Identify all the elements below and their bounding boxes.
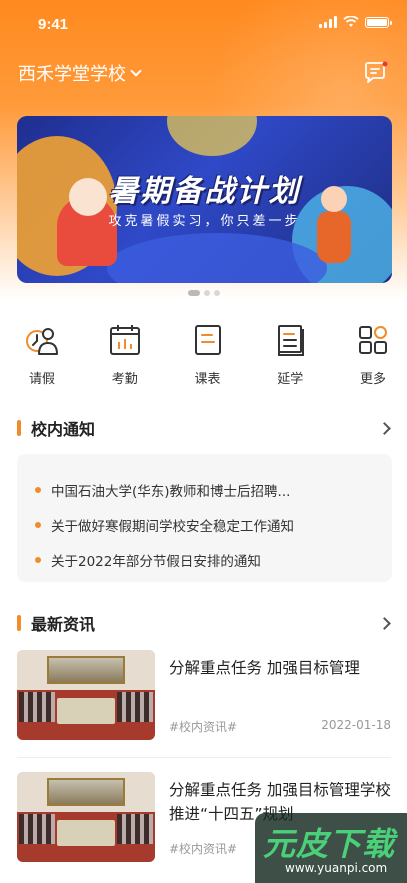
news-thumbnail xyxy=(17,650,155,740)
status-time: 9:41 xyxy=(38,16,69,33)
notice-text: 关于做好寒假期间学校安全稳定工作通知 xyxy=(51,518,294,535)
section-accent-bar xyxy=(17,615,21,631)
watermark-url: www.yuanpi.com xyxy=(285,861,388,875)
section-header-notices[interactable]: 校内通知 xyxy=(17,416,391,440)
watermark-logo-text: 元皮下载 xyxy=(263,825,396,863)
message-icon[interactable] xyxy=(363,60,389,86)
battery-icon xyxy=(365,16,392,28)
menu-item-more[interactable]: 更多 xyxy=(353,322,393,387)
site-watermark: 元皮下载 www.yuanpi.com xyxy=(255,813,407,883)
wifi-icon xyxy=(343,16,359,27)
menu-label: 更多 xyxy=(359,372,386,387)
notice-text: 中国石油大学(华东)教师和博士后招聘... xyxy=(51,483,291,500)
status-bar: 9:41 xyxy=(0,0,407,48)
news-tag: #校内资讯# xyxy=(169,842,238,856)
chevron-right-icon[interactable] xyxy=(378,616,391,630)
quick-menu: 请假 考勤 课表 延学 更多 xyxy=(0,322,407,387)
news-title: 分解重点任务 加强目标管理 xyxy=(169,659,360,677)
pagination-dot-active xyxy=(187,290,200,296)
menu-item-extended-study[interactable]: 延学 xyxy=(270,322,310,387)
banner-subtitle: 攻克暑假实习，你只差一步 xyxy=(108,214,301,229)
section-accent-bar xyxy=(17,420,21,436)
book-icon xyxy=(278,325,305,356)
menu-item-leave[interactable]: 请假 xyxy=(22,322,62,387)
news-item[interactable]: 分解重点任务 加强目标管理 #校内资讯# 2022-01-18 xyxy=(17,650,391,742)
status-icons xyxy=(319,16,392,28)
notice-item[interactable]: 关于做好寒假期间学校安全稳定工作通知 xyxy=(35,507,374,542)
bullet-dot xyxy=(35,486,41,493)
more-grid-icon xyxy=(359,326,387,354)
menu-label: 课表 xyxy=(194,372,221,387)
bullet-dot xyxy=(35,521,41,528)
menu-label: 请假 xyxy=(28,372,55,387)
divider xyxy=(17,757,391,758)
leave-icon xyxy=(26,328,58,355)
school-name: 西禾学堂学校 xyxy=(18,64,126,85)
banner-title: 暑期备战计划 xyxy=(108,174,301,209)
promo-banner[interactable]: 暑期备战计划 攻克暑假实习，你只差一步 xyxy=(17,116,392,283)
section-title: 校内通知 xyxy=(31,420,96,439)
notice-item[interactable]: 关于2022年部分节假日安排的通知 xyxy=(35,542,374,577)
notice-item[interactable]: 中国石油大学(华东)教师和博士后招聘... xyxy=(35,472,374,507)
menu-label: 考勤 xyxy=(111,372,138,387)
cellular-signal-icon xyxy=(319,16,337,28)
school-selector[interactable]: 西禾学堂学校 xyxy=(18,60,142,86)
news-tag: #校内资讯# xyxy=(169,720,238,734)
chevron-right-icon[interactable] xyxy=(378,421,391,435)
menu-item-timetable[interactable]: 课表 xyxy=(188,322,228,387)
news-date: 2022-01-18 xyxy=(321,718,391,732)
news-thumbnail xyxy=(17,772,155,862)
attendance-calendar-icon xyxy=(109,325,140,355)
timetable-icon xyxy=(194,325,221,355)
chevron-down-icon xyxy=(130,65,142,77)
menu-label: 延学 xyxy=(277,372,304,387)
section-header-news[interactable]: 最新资讯 xyxy=(17,611,391,635)
pagination-dot xyxy=(203,290,210,296)
notice-text: 关于2022年部分节假日安排的通知 xyxy=(51,553,261,570)
banner-pagination xyxy=(0,290,407,296)
menu-item-attendance[interactable]: 考勤 xyxy=(105,322,145,387)
section-title: 最新资讯 xyxy=(31,615,96,634)
notice-list: 中国石油大学(华东)教师和博士后招聘... 关于做好寒假期间学校安全稳定工作通知… xyxy=(17,454,392,582)
bullet-dot xyxy=(35,556,41,563)
banner-decoration xyxy=(167,116,257,156)
pagination-dot xyxy=(213,290,220,296)
